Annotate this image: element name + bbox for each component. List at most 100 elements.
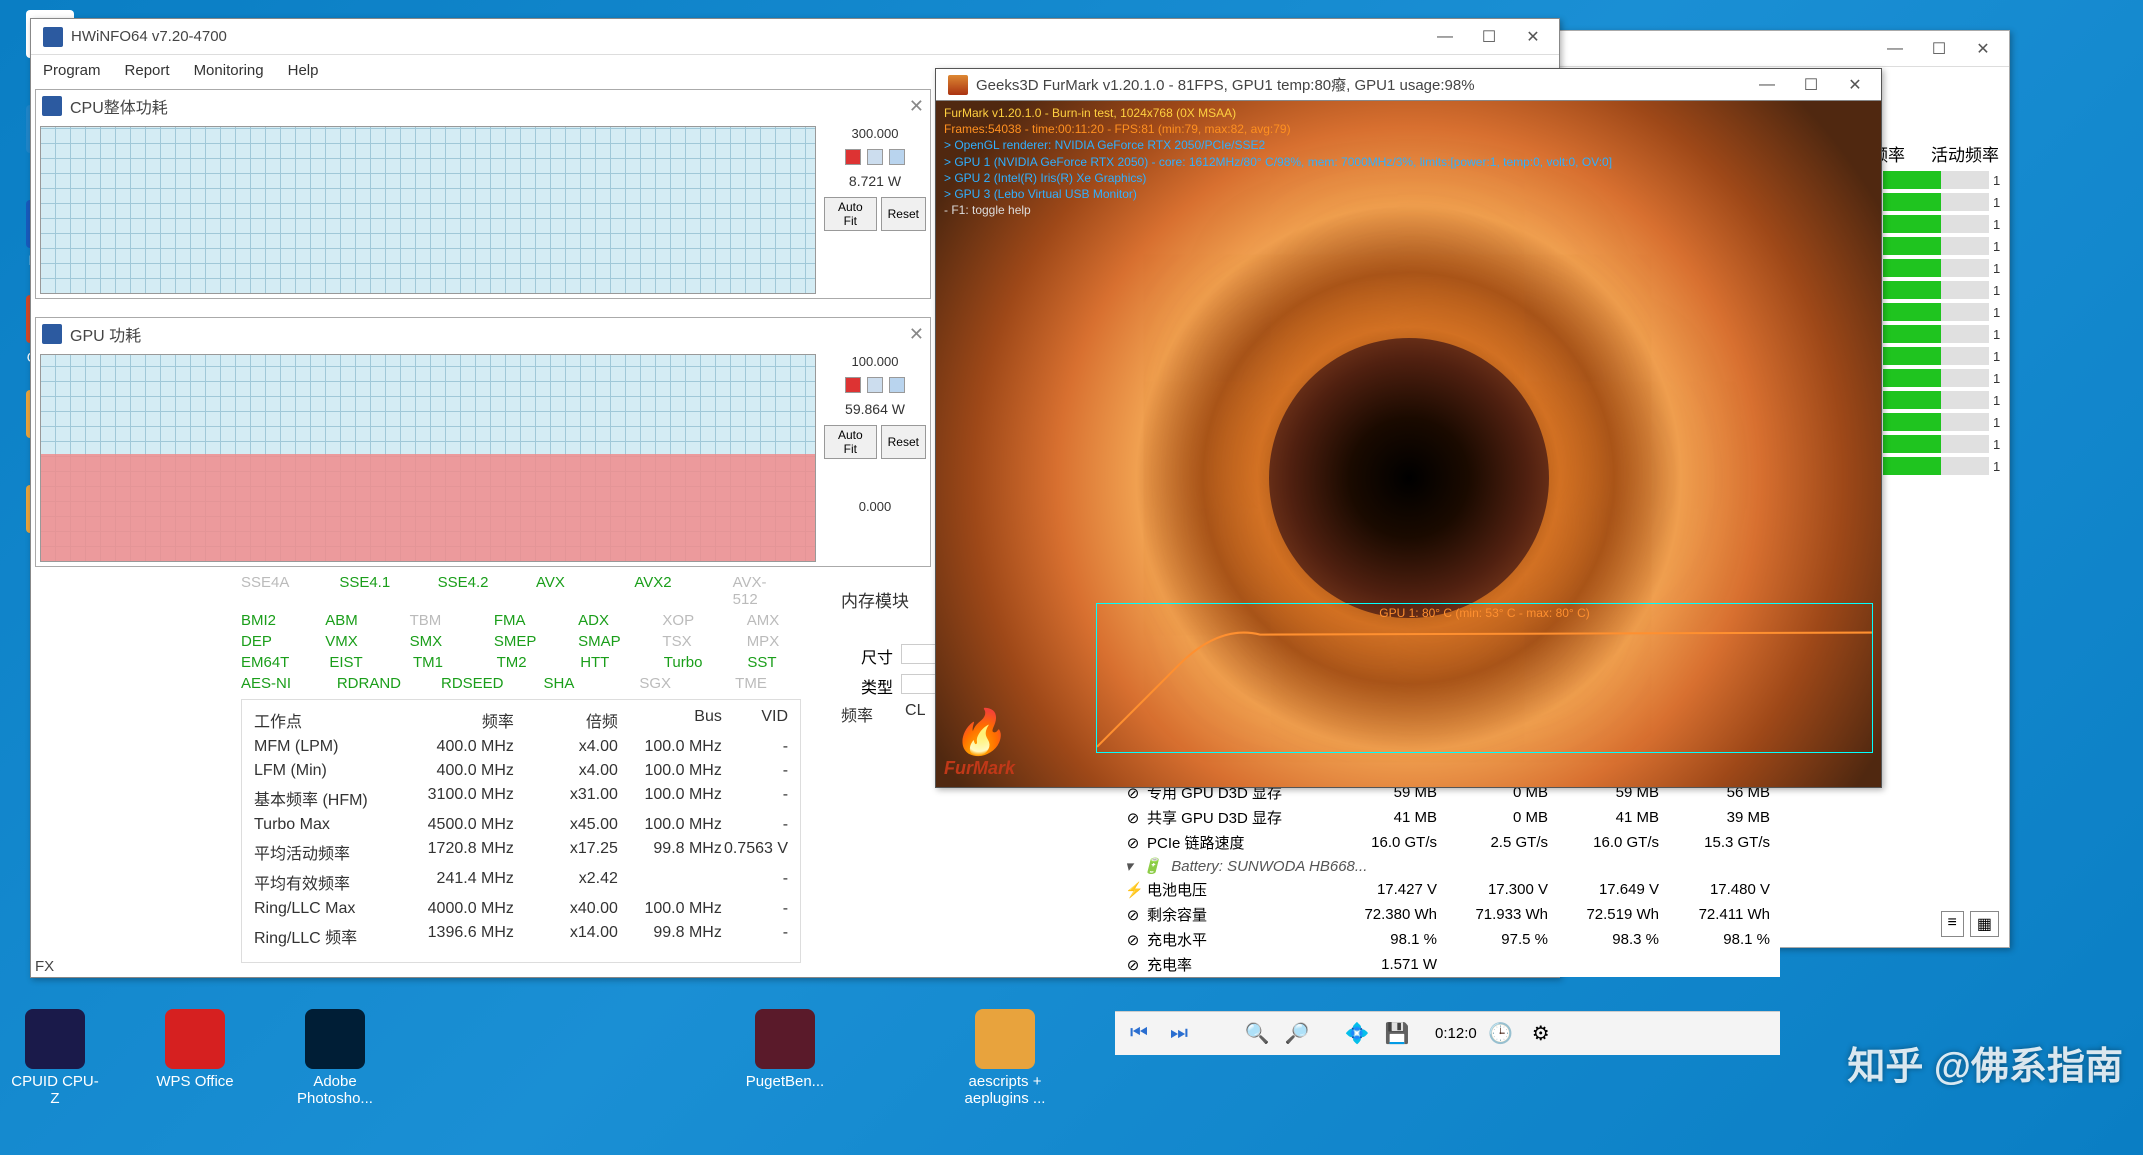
- view-grid-icon[interactable]: ▦: [1970, 911, 1999, 937]
- series-swatch-lightblue: [889, 377, 905, 393]
- furmark-osd-line: > OpenGL renderer: NVIDIA GeForce RTX 20…: [944, 137, 1612, 153]
- core-freq-bar: 1: [1883, 325, 2003, 343]
- series-swatch-lightblue: [889, 149, 905, 165]
- core-freq-bar: 1: [1883, 237, 2003, 255]
- desktop-app-shortcut[interactable]: WPS Office: [150, 1009, 240, 1107]
- memory-module-label: 内存模块: [841, 587, 909, 612]
- core-freq-bar: 1: [1883, 369, 2003, 387]
- series-swatch-blue: [867, 149, 883, 165]
- cpu-feature: TM2: [497, 654, 541, 671]
- close-button[interactable]: ✕: [1961, 34, 2005, 64]
- gpu-power-value: 59.864 W: [824, 401, 926, 417]
- minimize-button[interactable]: —: [1873, 34, 1917, 64]
- core-freq-bar: 1: [1883, 215, 2003, 233]
- sensor-icon: ⊘: [1125, 809, 1141, 827]
- close-icon[interactable]: ✕: [909, 324, 924, 345]
- cpu-feature: SHA: [544, 675, 600, 692]
- size-label: 尺寸: [861, 644, 893, 668]
- hwinfo-icon: [43, 27, 63, 47]
- maximize-button[interactable]: ☐: [1789, 70, 1833, 100]
- desktop-app-label: aescripts + aeplugins ...: [960, 1073, 1050, 1107]
- cpu-feature: AVX: [536, 574, 594, 608]
- sensor-row[interactable]: ⊘共享 GPU D3D 显存41 MB0 MB41 MB39 MB: [1115, 805, 1780, 830]
- desktop-app-shortcut[interactable]: Adobe Photosho...: [290, 1009, 380, 1107]
- cpu-feature: TSX: [662, 633, 706, 650]
- settings-icon[interactable]: ⚙: [1525, 1018, 1557, 1050]
- cpu-feature: RDSEED: [441, 675, 504, 692]
- cpu-power-graph-window: CPU整体功耗 ✕ 300.000 8.721 W Auto Fit Reset: [35, 89, 931, 299]
- desktop-app-shortcut[interactable]: CPUID CPU-Z: [10, 1009, 100, 1107]
- cpu-feature: AES-NI: [241, 675, 297, 692]
- nav-next-button[interactable]: ⏭: [1163, 1018, 1195, 1050]
- core-freq-bar: 1: [1883, 391, 2003, 409]
- sensor-row[interactable]: ⊘PCIe 链路速度16.0 GT/s2.5 GT/s16.0 GT/s15.3…: [1115, 830, 1780, 855]
- menu-item[interactable]: Report: [125, 62, 170, 79]
- sensor-icon: ⊘: [1125, 834, 1141, 852]
- sensor-row[interactable]: ⚡电池电压17.427 V17.300 V17.649 V17.480 V: [1115, 877, 1780, 902]
- cpu-feature: ABM: [325, 612, 369, 629]
- cpu-feature: FMA: [494, 612, 538, 629]
- gpu-power-graph-window: GPU 功耗 ✕ 100.000 59.864 W Auto Fit Reset: [35, 317, 931, 567]
- active-freq-col-label: 活动频率: [1931, 141, 1999, 166]
- desktop-app-label: Adobe Photosho...: [290, 1073, 380, 1107]
- desktop-app-shortcut[interactable]: aescripts + aeplugins ...: [960, 1009, 1050, 1107]
- cpu-feature: SSE4.2: [438, 574, 496, 608]
- furmark-osd-line: > GPU 1 (NVIDIA GeForce RTX 2050) - core…: [944, 154, 1612, 170]
- sensor-panel: ⊘专用 GPU D3D 显存59 MB0 MB59 MB56 MB⊘共享 GPU…: [1115, 780, 1780, 977]
- furmark-osd-line: FurMark v1.20.1.0 - Burn-in test, 1024x7…: [944, 105, 1612, 121]
- zoom-in-icon[interactable]: 🔍: [1241, 1018, 1273, 1050]
- close-button[interactable]: ✕: [1511, 22, 1555, 52]
- core-freq-bar: 1: [1883, 303, 2003, 321]
- cpu-feature: EIST: [329, 654, 373, 671]
- maximize-button[interactable]: ☐: [1917, 34, 1961, 64]
- sensor-row[interactable]: ⊘充电率1.571 W: [1115, 952, 1780, 977]
- cpu-feature: AMX: [747, 612, 791, 629]
- nav-first-button[interactable]: ⏮: [1123, 1018, 1155, 1050]
- cpu-graph-canvas: [40, 126, 816, 294]
- cpu-graph-title: CPU整体功耗: [70, 94, 168, 118]
- furmark-osd-line: - F1: toggle help: [944, 202, 1612, 218]
- autofit-button[interactable]: Auto Fit: [824, 425, 877, 459]
- cpu-feature: Turbo: [664, 654, 708, 671]
- sensor-row[interactable]: ⊘充电水平98.1 %97.5 %98.3 %98.1 %: [1115, 927, 1780, 952]
- cpu-feature: BMI2: [241, 612, 285, 629]
- gpu-graph-zero: 0.000: [824, 499, 926, 514]
- core-freq-bar: 1: [1883, 347, 2003, 365]
- furmark-icon: [948, 75, 968, 95]
- menu-item[interactable]: Help: [288, 62, 319, 79]
- gpu-graph-title: GPU 功耗: [70, 322, 141, 346]
- desktop-app-shortcut[interactable]: PugetBen...: [740, 1009, 830, 1107]
- sensor-group[interactable]: ▾🔋Battery: SUNWODA HB668...: [1115, 855, 1780, 877]
- core-freq-bar: 1: [1883, 171, 2003, 189]
- desktop-app-label: PugetBen...: [740, 1073, 830, 1090]
- cpu-power-value: 8.721 W: [824, 173, 926, 189]
- cpu-feature: SMX: [410, 633, 454, 650]
- log-button[interactable]: 💠: [1341, 1018, 1373, 1050]
- close-icon[interactable]: ✕: [909, 96, 924, 117]
- cpu-feature: TME: [735, 675, 791, 692]
- clock-icon[interactable]: 🕒: [1485, 1018, 1517, 1050]
- close-button[interactable]: ✕: [1833, 70, 1877, 100]
- furmark-title: Geeks3D FurMark v1.20.1.0 - 81FPS, GPU1 …: [976, 74, 1745, 95]
- maximize-button[interactable]: ☐: [1467, 22, 1511, 52]
- minimize-button[interactable]: —: [1745, 70, 1789, 100]
- graph-icon: [42, 96, 62, 116]
- minimize-button[interactable]: —: [1423, 22, 1467, 52]
- save-button[interactable]: 💾: [1381, 1018, 1413, 1050]
- menu-item[interactable]: Monitoring: [194, 62, 264, 79]
- reset-button[interactable]: Reset: [881, 425, 926, 459]
- zoom-out-icon[interactable]: 🔎: [1281, 1018, 1313, 1050]
- cpu-feature: ADX: [578, 612, 622, 629]
- cpu-feature: AVX2: [634, 574, 692, 608]
- sensor-toolbar: ⏮ ⏭ 🔍 🔎 💠 💾 0:12:0 🕒 ⚙: [1115, 1011, 1780, 1055]
- cpu-clock-table: 工作点频率倍频BusVIDMFM (LPM)400.0 MHzx4.00100.…: [241, 699, 801, 963]
- sensor-row[interactable]: ⊘剩余容量72.380 Wh71.933 Wh72.519 Wh72.411 W…: [1115, 902, 1780, 927]
- autofit-button[interactable]: Auto Fit: [824, 197, 877, 231]
- menu-item[interactable]: Program: [43, 62, 101, 79]
- view-list-icon[interactable]: ≡: [1941, 911, 1964, 937]
- core-freq-bar: 1: [1883, 281, 2003, 299]
- cpu-feature: SMAP: [578, 633, 622, 650]
- series-swatch-blue: [867, 377, 883, 393]
- sensor-timer: 0:12:0: [1435, 1025, 1477, 1042]
- reset-button[interactable]: Reset: [881, 197, 926, 231]
